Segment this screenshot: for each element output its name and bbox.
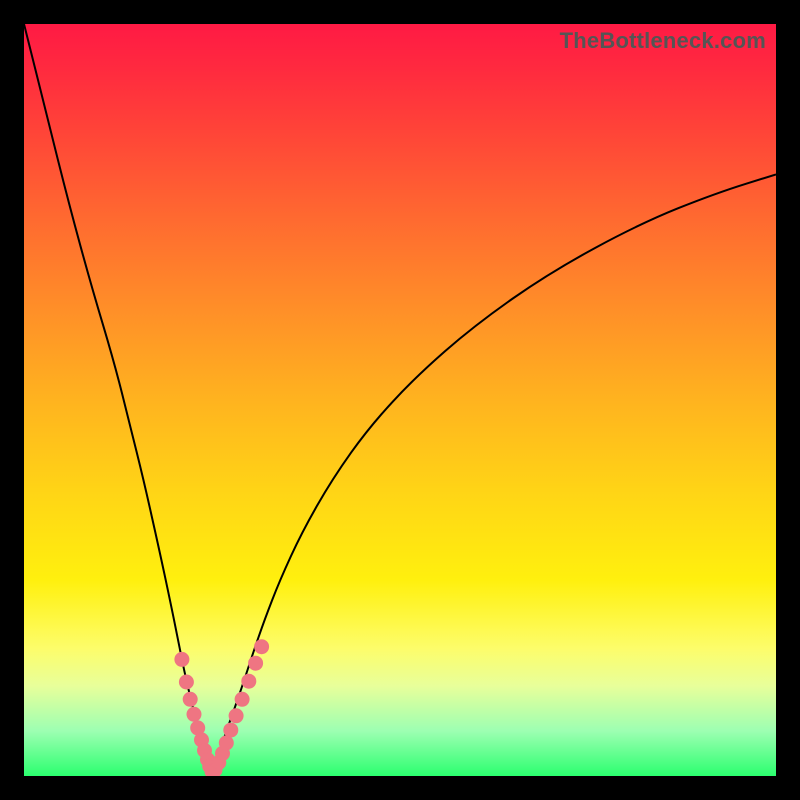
curve-marker: [187, 707, 201, 721]
chart-frame: TheBottleneck.com: [0, 0, 800, 800]
plot-area: TheBottleneck.com: [24, 24, 776, 776]
curve-marker: [219, 736, 233, 750]
curve-marker: [255, 640, 269, 654]
curve-marker: [235, 692, 249, 706]
curve-marker: [224, 723, 238, 737]
curve-marker: [179, 675, 193, 689]
curve-layer: [24, 24, 776, 776]
curve-marker: [183, 692, 197, 706]
curve-marker: [175, 652, 189, 666]
curve-marker: [242, 674, 256, 688]
curve-marker: [249, 656, 263, 670]
curve-marker: [229, 709, 243, 723]
marker-group: [175, 640, 269, 776]
curve-right-branch: [212, 174, 776, 772]
